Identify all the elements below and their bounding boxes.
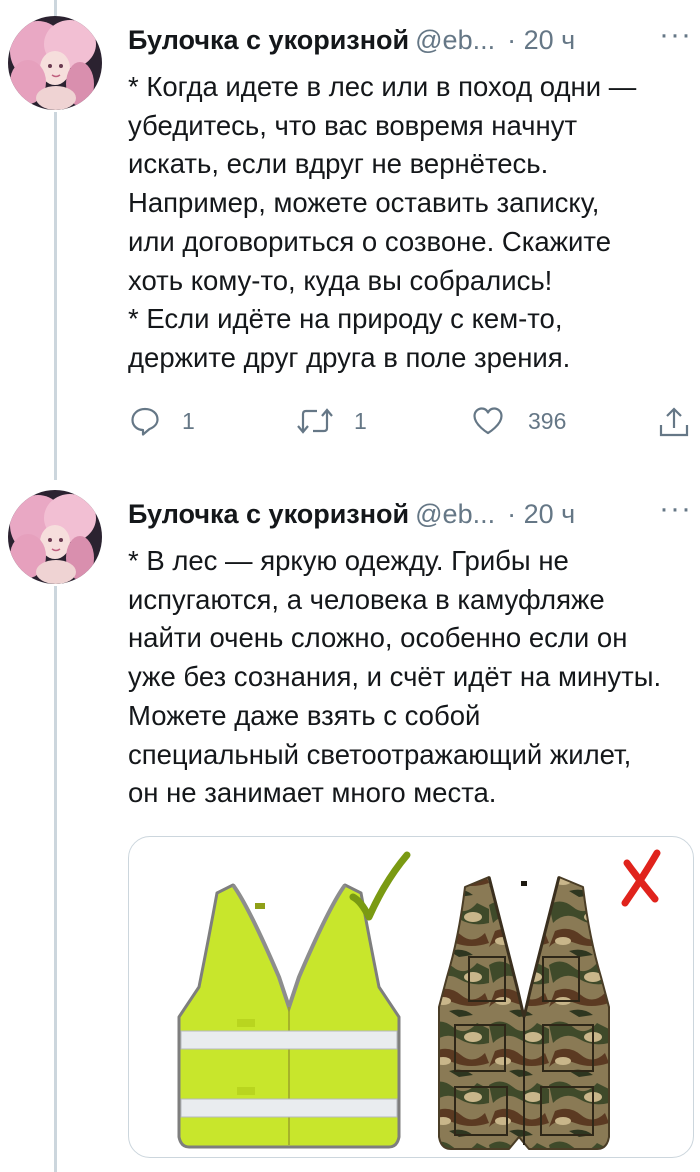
- tweet-actions: 1 1 396: [128, 406, 698, 446]
- tweet-header: Булочка с укоризной @eb... · 20 ч: [128, 24, 575, 56]
- text-line: найти очень сложно, особенно если он: [128, 622, 628, 654]
- tweet-media-image[interactable]: [128, 836, 694, 1158]
- avatar[interactable]: [8, 16, 102, 110]
- reflective-vest-image: [177, 883, 401, 1149]
- like-count: 396: [528, 407, 567, 434]
- text-line: испугаются, а человека в камуфляже: [128, 583, 605, 615]
- text-line: специальный светоотражающий жилет,: [128, 738, 632, 770]
- heart-icon: [473, 407, 503, 435]
- text-line: искать, если вдруг не вернётесь.: [128, 148, 549, 180]
- text-line: он не занимает много места.: [128, 777, 497, 809]
- more-options-icon[interactable]: ···: [659, 492, 692, 526]
- reply-count: 1: [182, 407, 195, 434]
- text-line: или договориться о созвоне. Скажите: [128, 225, 611, 257]
- author-name[interactable]: Булочка с укоризной: [128, 499, 409, 529]
- text-line: * Когда идете в лес или в поход одни —: [128, 71, 637, 102]
- text-line: * В лес — яркую одежду. Грибы не: [128, 545, 569, 576]
- tweet-text: * Когда идете в лес или в поход одни — у…: [128, 68, 698, 378]
- text-line: * Если идёте на природу с кем-то,: [128, 303, 563, 335]
- tweet-1[interactable]: Булочка с укоризной @eb... · 20 ч ··· * Ко…: [0, 0, 700, 470]
- retweet-button[interactable]: 1: [296, 406, 367, 436]
- share-button[interactable]: [658, 406, 690, 438]
- timestamp[interactable]: 20 ч: [524, 499, 576, 529]
- retweet-icon: [297, 408, 333, 434]
- camouflage-vest-image: [438, 876, 610, 1150]
- avatar[interactable]: [8, 490, 102, 584]
- text-line: уже без сознания, и счёт идёт на минуты.: [128, 661, 662, 693]
- retweet-count: 1: [354, 407, 367, 434]
- cross-icon: [621, 849, 661, 907]
- text-line: Можете даже взять с собой: [128, 699, 481, 731]
- timestamp[interactable]: 20 ч: [524, 25, 576, 55]
- time-separator: ·: [507, 25, 517, 55]
- share-icon: [659, 407, 689, 437]
- like-button[interactable]: 396: [472, 406, 566, 436]
- text-line: держите друг друга в поле зрения.: [128, 341, 571, 373]
- checkmark-icon: [349, 851, 411, 921]
- reply-button[interactable]: 1: [130, 406, 195, 436]
- author-handle[interactable]: @eb...: [415, 499, 495, 529]
- text-line: Например, можете оставить записку,: [128, 187, 600, 219]
- time-separator: ·: [507, 499, 517, 529]
- tweet-header: Булочка с укоризной @eb... · 20 ч: [128, 498, 575, 530]
- author-name[interactable]: Булочка с укоризной: [128, 25, 409, 55]
- more-options-icon[interactable]: ···: [659, 18, 692, 52]
- author-handle[interactable]: @eb...: [415, 25, 495, 55]
- tweet-text: * В лес — яркую одежду. Грибы не испугаю…: [128, 542, 698, 813]
- text-line: хоть кому-то, куда вы собрались!: [128, 264, 553, 296]
- reply-icon: [131, 407, 159, 436]
- text-line: убедитесь, что вас вовремя начнут: [128, 109, 578, 141]
